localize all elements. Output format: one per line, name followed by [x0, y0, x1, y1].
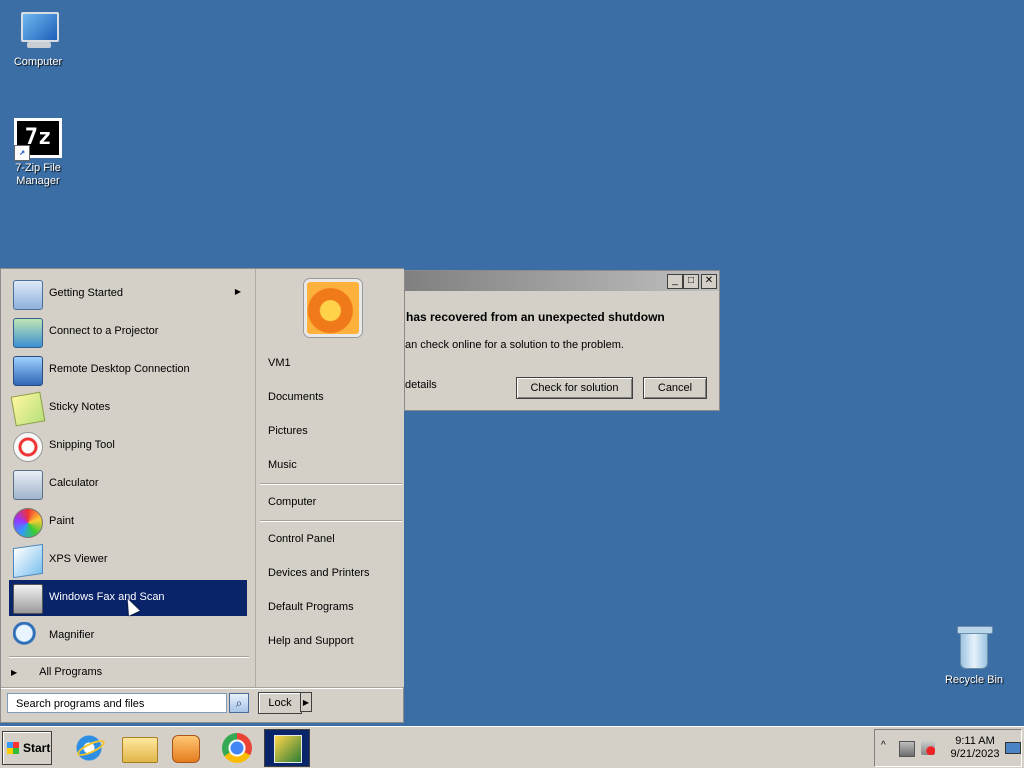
dialog-heading: has recovered from an unexpected shutdow… — [406, 310, 665, 324]
lock-button[interactable]: Lock — [258, 692, 302, 714]
snipping-tool-icon — [13, 432, 43, 462]
places-separator — [260, 520, 402, 522]
shortcut-arrow-icon: ↗ — [14, 145, 30, 161]
sticky-notes-icon — [10, 391, 46, 427]
desktop-icon-label: Recycle Bin — [944, 674, 1004, 686]
places-item-default-programs[interactable]: Default Programs — [268, 601, 354, 613]
system-tray: ^ 9:11 AM 9/21/2023 — [874, 729, 1022, 767]
program-calculator[interactable]: Calculator — [9, 466, 247, 502]
places-item-user[interactable]: VM1 — [268, 357, 291, 369]
paint-icon — [13, 508, 43, 538]
magnifier-icon — [13, 622, 41, 650]
fax-scan-icon — [13, 584, 43, 614]
program-magnifier[interactable]: Magnifier — [9, 618, 247, 654]
all-programs-item[interactable]: ▶ All Programs — [11, 666, 102, 678]
start-button[interactable]: Start — [2, 731, 52, 765]
close-button[interactable]: ✕ — [701, 274, 717, 289]
taskbar: Start ^ 9:11 AM 9/21/2023 — [0, 726, 1024, 768]
start-menu-places-pane: VM1 Documents Pictures Music Computer Co… — [255, 269, 404, 687]
projector-icon — [13, 318, 43, 348]
minimize-button[interactable]: _ — [667, 274, 683, 289]
check-for-solution-button[interactable]: Check for solution — [516, 377, 633, 399]
dialog-titlebar[interactable]: _ □ ✕ — [405, 271, 719, 291]
programs-separator — [9, 656, 249, 658]
submenu-arrow-icon: ▶ — [234, 287, 241, 296]
desktop-icon-computer[interactable]: Computer — [0, 12, 76, 69]
search-input[interactable]: Search programs and files — [7, 693, 227, 713]
active-app-icon[interactable] — [264, 729, 310, 767]
show-hidden-icons-chevron-icon[interactable]: ^ — [881, 740, 886, 751]
expand-arrow-icon: ▶ — [11, 668, 18, 677]
xps-viewer-icon — [13, 543, 43, 579]
calculator-icon — [13, 470, 43, 500]
places-item-help-support[interactable]: Help and Support — [268, 635, 354, 647]
program-xps-viewer[interactable]: XPS Viewer — [9, 542, 247, 579]
volume-muted-icon[interactable] — [921, 741, 935, 755]
places-item-control-panel[interactable]: Control Panel — [268, 533, 335, 545]
dialog-message: an check online for a solution to the pr… — [405, 339, 624, 351]
explorer-folder-icon[interactable] — [122, 737, 158, 763]
desktop-icon-label: Computer — [13, 56, 63, 68]
clock[interactable]: 9:11 AM 9/21/2023 — [949, 735, 1001, 761]
internet-explorer-icon[interactable] — [72, 731, 106, 765]
program-snipping-tool[interactable]: Snipping Tool — [9, 428, 247, 464]
desktop-icon-label: 7-Zip File Manager — [15, 162, 61, 187]
clock-date: 9/21/2023 — [950, 748, 1000, 760]
show-desktop-icon[interactable] — [1005, 742, 1021, 754]
start-menu-bottom-separator — [1, 687, 403, 689]
program-getting-started[interactable]: Getting Started ▶ — [9, 276, 247, 312]
clock-time: 9:11 AM — [955, 735, 995, 747]
places-item-devices-printers[interactable]: Devices and Printers — [268, 567, 370, 579]
cancel-button[interactable]: Cancel — [643, 377, 707, 399]
places-separator — [260, 483, 402, 485]
shutdown-options-arrow-icon[interactable]: ▶ — [300, 692, 312, 712]
places-item-pictures[interactable]: Pictures — [268, 425, 308, 437]
start-menu: Getting Started ▶ Connect to a Projector… — [0, 268, 404, 723]
desktop-icon-7zip[interactable]: 7z ↗ 7-Zip File Manager — [0, 118, 76, 188]
media-player-icon[interactable] — [172, 735, 200, 763]
computer-icon — [17, 12, 59, 52]
maximize-button[interactable]: □ — [683, 274, 699, 289]
program-sticky-notes[interactable]: Sticky Notes — [9, 390, 247, 427]
7zip-icon: 7z ↗ — [14, 118, 62, 161]
program-paint[interactable]: Paint — [9, 504, 247, 540]
search-icon[interactable]: ⌕ — [229, 693, 249, 713]
remote-desktop-icon — [13, 356, 43, 386]
recovery-dialog: _ □ ✕ has recovered from an unexpected s… — [404, 270, 720, 411]
places-item-computer[interactable]: Computer — [268, 496, 316, 508]
details-link[interactable]: details — [405, 379, 437, 391]
program-connect-projector[interactable]: Connect to a Projector — [9, 314, 247, 350]
program-remote-desktop[interactable]: Remote Desktop Connection — [9, 352, 247, 388]
places-item-documents[interactable]: Documents — [268, 391, 324, 403]
network-icon[interactable] — [899, 741, 915, 757]
places-item-music[interactable]: Music — [268, 459, 297, 471]
desktop-icon-recycle-bin[interactable]: Recycle Bin — [936, 626, 1012, 687]
windows-logo-icon — [7, 742, 19, 754]
getting-started-icon — [13, 280, 43, 310]
user-avatar[interactable] — [304, 279, 362, 337]
start-menu-programs-pane: Getting Started ▶ Connect to a Projector… — [1, 269, 253, 687]
chrome-icon[interactable] — [222, 733, 252, 763]
recycle-bin-icon — [957, 626, 993, 670]
